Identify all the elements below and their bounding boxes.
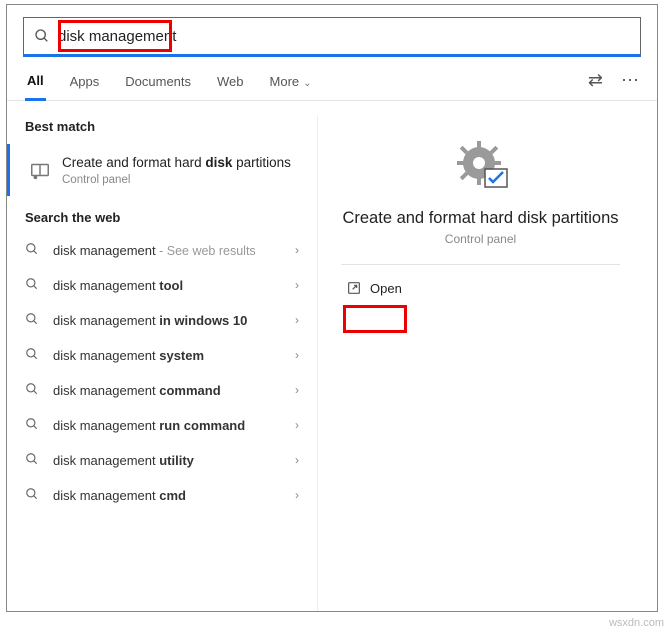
chevron-right-icon: › xyxy=(295,278,299,292)
result-text: disk management utility xyxy=(53,453,295,468)
chevron-right-icon: › xyxy=(295,348,299,362)
tab-all[interactable]: All xyxy=(25,67,46,101)
search-icon xyxy=(25,382,41,399)
preview-subtitle: Control panel xyxy=(445,232,516,246)
search-window: All Apps Documents Web More⌄ ⇄ ⋯ Best ma… xyxy=(6,4,658,612)
chevron-right-icon: › xyxy=(295,488,299,502)
chevron-right-icon: › xyxy=(295,383,299,397)
preview-pane: Create and format hard disk partitions C… xyxy=(317,115,643,611)
devices-icon[interactable]: ⇄ xyxy=(588,70,603,91)
chevron-right-icon: › xyxy=(295,418,299,432)
web-result-5[interactable]: disk management run command› xyxy=(7,408,317,443)
tab-web[interactable]: Web xyxy=(215,68,246,99)
tab-documents[interactable]: Documents xyxy=(123,68,193,99)
open-label: Open xyxy=(370,281,402,296)
preview-title: Create and format hard disk partitions xyxy=(342,209,618,228)
filter-tabs: All Apps Documents Web More⌄ ⇄ ⋯ xyxy=(7,57,657,101)
results-pane: Best match Create and format hard disk p… xyxy=(7,101,317,611)
best-match-title: Create and format hard disk partitions xyxy=(62,154,291,172)
web-result-4[interactable]: disk management command› xyxy=(7,373,317,408)
result-text: disk management tool xyxy=(53,278,295,293)
result-text: disk management - See web results xyxy=(53,243,295,258)
search-icon xyxy=(25,312,41,329)
partition-icon xyxy=(28,158,52,182)
web-result-0[interactable]: disk management - See web results› xyxy=(7,233,317,268)
web-result-3[interactable]: disk management system› xyxy=(7,338,317,373)
tab-apps[interactable]: Apps xyxy=(68,68,102,99)
watermark: wsxdn.com xyxy=(609,617,664,629)
search-icon xyxy=(25,417,41,434)
result-text: disk management cmd xyxy=(53,488,295,503)
result-text: disk management system xyxy=(53,348,295,363)
chevron-right-icon: › xyxy=(295,313,299,327)
chevron-down-icon: ⌄ xyxy=(303,78,311,89)
web-result-7[interactable]: disk management cmd› xyxy=(7,478,317,513)
open-icon xyxy=(346,280,362,296)
web-result-1[interactable]: disk management tool› xyxy=(7,268,317,303)
open-button[interactable]: Open xyxy=(340,275,412,301)
search-input[interactable] xyxy=(58,28,630,45)
search-icon xyxy=(25,487,41,504)
search-bar[interactable] xyxy=(23,17,641,57)
best-match-heading: Best match xyxy=(7,115,317,142)
result-text: disk management run command xyxy=(53,418,295,433)
search-icon xyxy=(25,242,41,259)
search-icon xyxy=(25,347,41,364)
search-web-heading: Search the web xyxy=(7,206,317,233)
chevron-right-icon: › xyxy=(295,453,299,467)
more-icon[interactable]: ⋯ xyxy=(621,70,639,91)
search-icon xyxy=(25,277,41,294)
best-match-subtitle: Control panel xyxy=(62,174,291,186)
divider xyxy=(341,264,621,265)
search-icon xyxy=(25,452,41,469)
search-icon xyxy=(34,28,50,44)
gear-icon xyxy=(451,137,511,193)
tab-more[interactable]: More⌄ xyxy=(268,68,314,99)
web-result-6[interactable]: disk management utility› xyxy=(7,443,317,478)
result-text: disk management command xyxy=(53,383,295,398)
result-text: disk management in windows 10 xyxy=(53,313,295,328)
best-match-item[interactable]: Create and format hard disk partitions C… xyxy=(7,144,317,196)
chevron-right-icon: › xyxy=(295,243,299,257)
web-result-2[interactable]: disk management in windows 10› xyxy=(7,303,317,338)
